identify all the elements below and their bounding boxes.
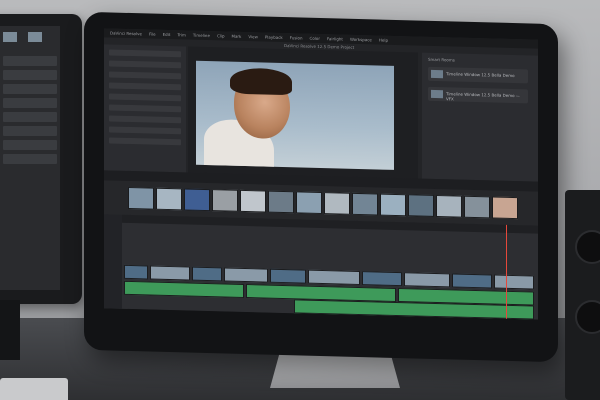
clip-thumb[interactable] <box>492 196 518 220</box>
menu-item[interactable]: Fusion <box>290 35 303 40</box>
left-thumb <box>3 32 17 42</box>
left-row <box>3 70 57 80</box>
panel-title: Smart Rooms <box>428 56 455 63</box>
video-clip[interactable] <box>452 273 492 289</box>
inspector-row[interactable] <box>109 82 181 91</box>
video-clip[interactable] <box>308 269 360 286</box>
timeline-item-label: Timeline Window 12.5 Bella Demo — VFX <box>446 91 520 102</box>
inspector-row[interactable] <box>109 104 181 113</box>
video-clip[interactable] <box>362 271 402 287</box>
menu-item[interactable]: DaVinci Resolve <box>110 30 142 36</box>
audio-clip[interactable] <box>124 280 244 298</box>
keyboard <box>0 378 68 400</box>
photo-scene: DaVinci Resolve File Edit Trim Timeline … <box>0 0 600 400</box>
subject-hair <box>230 67 292 96</box>
video-clip[interactable] <box>270 268 306 284</box>
clip-thumb[interactable] <box>464 195 490 219</box>
left-row <box>3 126 57 136</box>
menu-item[interactable]: Trim <box>177 32 186 37</box>
menu-item[interactable]: Fairlight <box>327 36 343 41</box>
left-row <box>3 98 57 108</box>
left-monitor-stand <box>0 300 20 360</box>
speaker-driver <box>575 300 600 334</box>
inspector-row[interactable] <box>109 71 181 80</box>
video-clip[interactable] <box>124 264 148 280</box>
resolve-screen: DaVinci Resolve File Edit Trim Timeline … <box>104 28 538 320</box>
left-row <box>3 56 57 66</box>
menu-item[interactable]: Clip <box>217 33 225 38</box>
timeline-thumb-icon <box>431 89 443 99</box>
left-monitor <box>0 14 82 304</box>
clip-thumb[interactable] <box>436 195 462 218</box>
clip-thumb[interactable] <box>268 190 294 214</box>
inspector-panel <box>104 44 186 173</box>
menu-item[interactable]: Edit <box>163 32 171 37</box>
clip-thumb[interactable] <box>324 192 350 215</box>
clip-thumb[interactable] <box>408 194 434 217</box>
studio-speaker <box>565 190 600 400</box>
left-row <box>3 84 57 94</box>
video-clip[interactable] <box>192 266 222 282</box>
track-headers <box>104 214 122 309</box>
timeline-item-label: Timeline Window 12.5 Bella Demo <box>446 71 515 79</box>
left-row <box>3 154 57 164</box>
menu-item[interactable]: File <box>149 31 156 36</box>
timeline-thumb-icon <box>431 69 443 79</box>
playhead[interactable] <box>506 224 507 319</box>
menu-item[interactable]: Workspace <box>350 37 372 43</box>
inspector-row[interactable] <box>109 49 181 58</box>
video-clip[interactable] <box>404 272 450 288</box>
clip-thumb[interactable] <box>184 188 210 212</box>
inspector-row[interactable] <box>109 115 181 124</box>
menu-item[interactable]: Timeline <box>193 33 210 38</box>
inspector-row[interactable] <box>109 60 181 69</box>
timeline-item[interactable]: Timeline Window 12.5 Bella Demo — VFX <box>428 86 528 104</box>
clip-thumb[interactable] <box>296 191 322 215</box>
left-row <box>3 140 57 150</box>
left-thumb <box>28 32 43 42</box>
menu-item[interactable]: Playback <box>265 35 283 40</box>
viewer-frame[interactable] <box>196 60 394 170</box>
speaker-driver <box>575 230 600 264</box>
clip-thumb[interactable] <box>380 193 406 217</box>
smart-rooms-panel: Smart Rooms Timeline Window 12.5 Bella D… <box>422 52 538 182</box>
timeline <box>104 214 538 320</box>
inspector-row[interactable] <box>109 126 181 135</box>
main-monitor: DaVinci Resolve File Edit Trim Timeline … <box>84 11 558 363</box>
inspector-row[interactable] <box>109 137 181 146</box>
clip-thumb[interactable] <box>156 187 182 211</box>
left-row <box>3 112 57 122</box>
menu-item[interactable]: Mark <box>232 34 242 39</box>
clip-thumb[interactable] <box>128 186 154 210</box>
menu-item[interactable]: View <box>248 34 258 39</box>
video-clip[interactable] <box>494 274 534 290</box>
left-monitor-screen <box>0 26 60 290</box>
menu-item[interactable]: Help <box>379 38 388 43</box>
menu-item[interactable]: Color <box>310 36 320 41</box>
inspector-row[interactable] <box>109 93 181 102</box>
clip-thumb[interactable] <box>212 189 238 212</box>
clip-thumb[interactable] <box>352 192 378 216</box>
clip-thumb[interactable] <box>240 189 266 213</box>
timeline-item[interactable]: Timeline Window 12.5 Bella Demo <box>428 66 528 84</box>
video-clip[interactable] <box>150 265 190 281</box>
video-clip[interactable] <box>224 267 268 283</box>
